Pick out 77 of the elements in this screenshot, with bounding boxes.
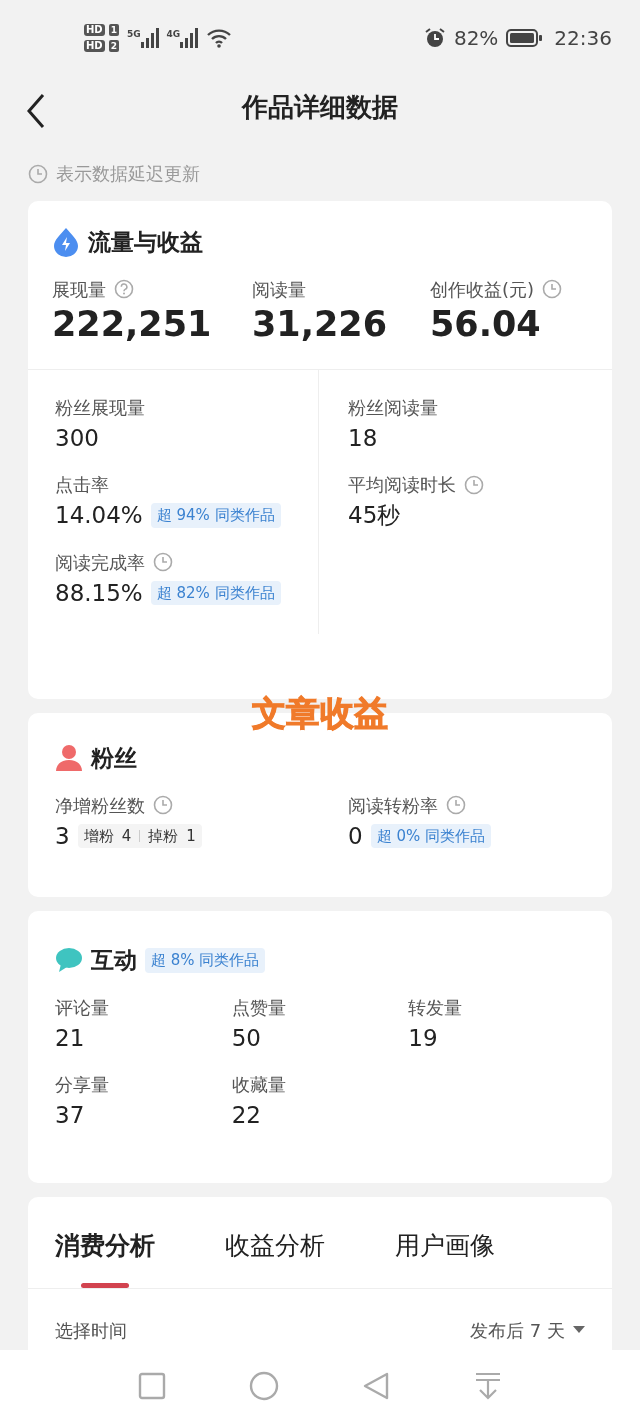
wifi-icon xyxy=(206,27,233,48)
metric-label: 阅读转粉率 xyxy=(348,793,438,818)
card-title: 互动 xyxy=(91,946,137,975)
alarm-icon xyxy=(423,26,446,49)
detail-label: 掉粉 xyxy=(148,825,179,847)
clock-icon xyxy=(542,279,563,299)
sim-label: HD xyxy=(84,39,105,52)
metric-label: 创作收益(元) xyxy=(430,277,535,302)
pull-down-icon[interactable] xyxy=(473,1371,503,1401)
clock-icon xyxy=(153,795,173,815)
tab[interactable]: 用户画像 xyxy=(395,1227,495,1265)
clock-icon xyxy=(28,163,48,184)
person-icon xyxy=(55,744,83,773)
clock-icon xyxy=(464,474,484,495)
metric-label: 点赞量 xyxy=(231,995,287,1020)
metric-label: 净增粉丝数 xyxy=(55,793,145,818)
card-title: 粉丝 xyxy=(91,744,137,773)
metric-label: 粉丝展现量 xyxy=(55,395,145,420)
comparison-badge: 超 0% 同类作品 xyxy=(370,823,491,848)
battery-percent: 82% xyxy=(453,24,499,52)
time-label: 选择时间 xyxy=(55,1318,127,1343)
back-icon[interactable] xyxy=(361,1371,391,1401)
metric-label: 评论量 xyxy=(55,995,110,1020)
network-type: 5G xyxy=(126,27,141,41)
metric-label: 收藏量 xyxy=(231,1073,287,1097)
metric-label: 点击率 xyxy=(55,473,109,497)
drop-icon xyxy=(52,227,80,258)
metric-label: 分享量 xyxy=(55,1073,110,1097)
time-dropdown[interactable]: 发布后 7 天 xyxy=(470,1316,585,1344)
metric-label: 阅读量 xyxy=(252,277,306,302)
sim-label: HD xyxy=(84,23,105,36)
metric-value: 18 xyxy=(348,423,378,453)
battery-icon xyxy=(506,27,543,48)
notice-text: 表示数据延迟更新 xyxy=(56,162,200,186)
help-icon xyxy=(114,279,134,299)
metric-value: 22 xyxy=(231,1101,262,1130)
sim-slot: 1 xyxy=(108,23,119,36)
detail-value: 1 xyxy=(186,825,196,847)
metric-value: 21 xyxy=(55,1023,86,1053)
metric-label: 转发量 xyxy=(408,995,464,1020)
signal-icon xyxy=(180,27,199,48)
metric-value: 222,251 xyxy=(52,302,213,345)
tab[interactable]: 收益分析 xyxy=(225,1227,325,1265)
metric-label: 阅读完成率 xyxy=(55,550,145,575)
metric-value: 300 xyxy=(55,423,99,453)
clock-icon xyxy=(153,552,173,572)
clock-time: 22:36 xyxy=(554,24,612,52)
signal-icon xyxy=(140,27,159,48)
card-title: 流量与收益 xyxy=(88,228,203,257)
detail-label: 增粉 xyxy=(83,825,114,847)
home-icon[interactable] xyxy=(249,1371,279,1401)
comparison-badge: 超 94% 同类作品 xyxy=(150,503,281,528)
overlay-caption: 文章收益 xyxy=(252,693,388,733)
clock-icon xyxy=(446,795,466,815)
metric-value: 19 xyxy=(408,1023,439,1053)
sim-slot: 2 xyxy=(108,39,119,52)
metric-value: 14.04% xyxy=(55,501,143,530)
metric-value: 0 xyxy=(348,821,363,851)
comparison-badge: 超 82% 同类作品 xyxy=(150,580,281,605)
metric-value: 56.04 xyxy=(430,302,542,345)
caret-icon xyxy=(573,1326,585,1334)
comparison-badge: 超 8% 同类作品 xyxy=(145,948,266,973)
page-title: 作品详细数据 xyxy=(242,91,398,124)
metric-value: 37 xyxy=(55,1101,86,1130)
metric-label: 粉丝阅读量 xyxy=(348,395,438,420)
metric-value: 31,226 xyxy=(252,302,389,345)
detail-value: 4 xyxy=(121,825,132,847)
metric-value: 50 xyxy=(231,1023,262,1053)
recent-apps-icon[interactable] xyxy=(137,1371,167,1401)
network-type: 4G xyxy=(166,27,181,41)
metric-value: 45秒 xyxy=(348,501,401,530)
tab[interactable]: 消费分析 xyxy=(55,1227,155,1265)
metric-label: 平均阅读时长 xyxy=(348,473,456,497)
metric-value: 88.15% xyxy=(55,578,143,608)
metric-label: 展现量 xyxy=(52,277,106,302)
metric-value: 3 xyxy=(55,821,70,851)
chat-bubble-icon xyxy=(55,947,83,974)
